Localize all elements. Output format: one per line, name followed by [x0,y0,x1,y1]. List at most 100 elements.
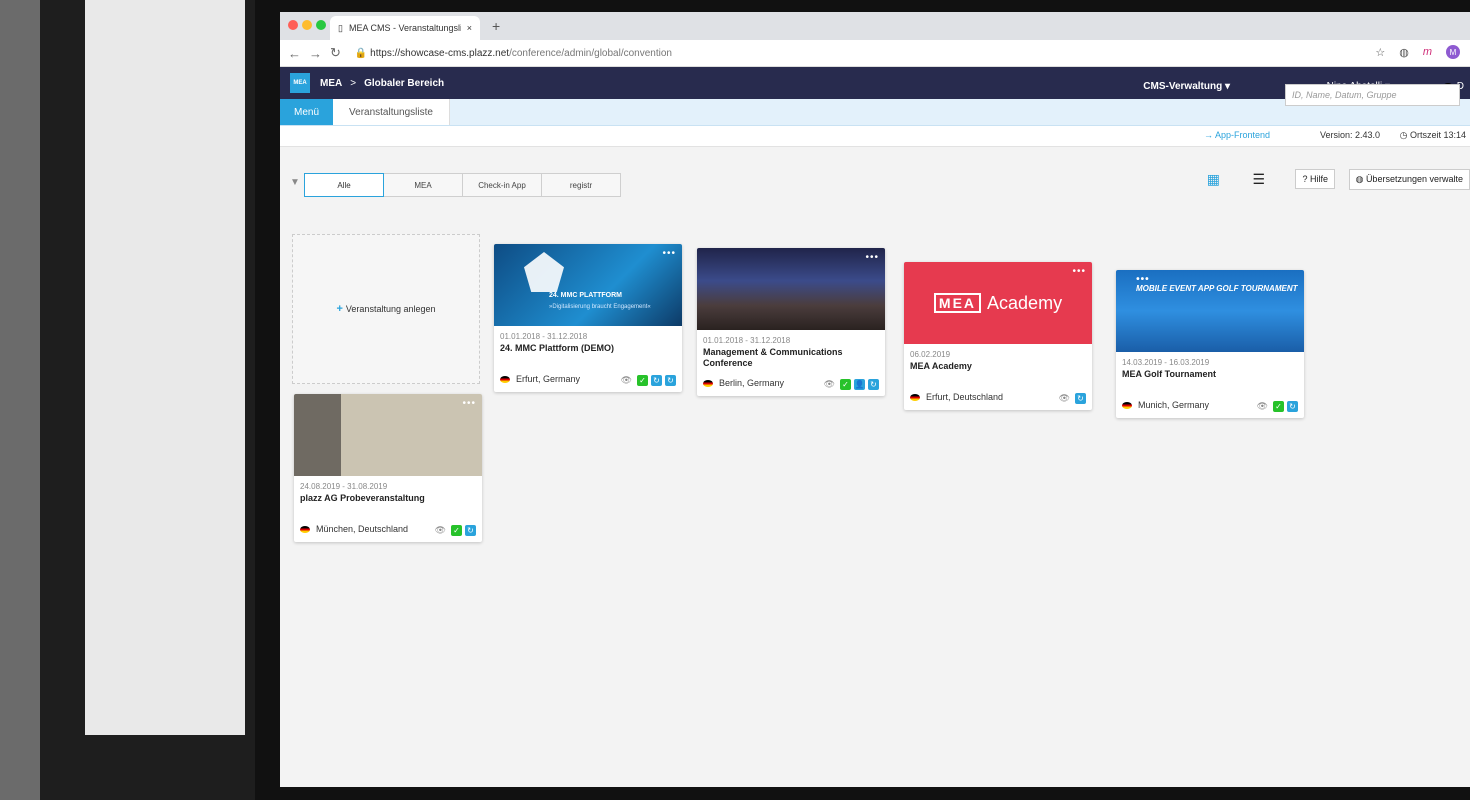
reload-icon[interactable]: ↻ [330,45,341,61]
event-image: ••• [294,394,482,476]
browser-tab[interactable]: ▯ MEA CMS - Veranstaltungsliste × [330,16,480,40]
more-options-icon[interactable]: ••• [462,398,476,409]
german-flag-icon [300,525,310,533]
info-bar: → App-Frontend Version: 2.43.0 ◷ Ortszei… [280,126,1470,147]
more-options-icon[interactable]: ••• [1136,274,1298,285]
eye-icon[interactable]: 👁 [621,375,632,386]
extension-m-icon[interactable]: m [1423,46,1432,58]
event-card[interactable]: MOBILE EVENT APP GOLF TOURNAMENT ••• 14.0… [1116,270,1304,418]
sync-badge-icon: ↻ [651,375,662,386]
clock-icon: ◷ [1399,130,1408,140]
translations-label: Übersetzungen verwalte [1365,174,1463,184]
maximize-window-button[interactable] [316,20,326,30]
browser-tabbar: ▯ MEA CMS - Veranstaltungsliste × + [280,12,1470,40]
event-dates: 01.01.2018 - 31.12.2018 [500,332,588,341]
location-label: Erfurt, Deutschland [926,392,1004,402]
german-flag-icon [500,375,510,383]
mmc-logo-icon [524,252,564,292]
event-card[interactable]: MEA Academy ••• 06.02.2019 MEA Academy Er… [904,262,1092,410]
eye-icon[interactable]: 👁 [1059,393,1070,404]
forward-icon[interactable]: → [309,46,322,61]
filter-icon: ▼ [290,177,300,188]
local-time-label: Ortszeit 13:14 [1409,130,1466,140]
screen: ▯ MEA CMS - Veranstaltungsliste × + ← → … [280,12,1470,787]
new-tab-button[interactable]: + [492,18,500,34]
event-name: MEA Academy [910,361,972,371]
local-time: ◷ Ortszeit 13:14 [1400,130,1466,141]
image-title: 24. MMC PLATTFORM [549,292,622,299]
german-flag-icon [910,393,920,401]
extension-icon[interactable]: ◍ [1399,46,1409,59]
more-options-icon[interactable]: ••• [865,252,879,263]
event-image: 24. MMC PLATTFORM »Digitalisierung brauc… [494,244,682,326]
filter-tabs: Alle MEA Check-in App registr [304,173,621,197]
breadcrumb-event-list[interactable]: Veranstaltungsliste [333,99,450,125]
german-flag-icon [1122,401,1132,409]
eye-icon[interactable]: 👁 [435,525,446,536]
filter-tab-mea[interactable]: MEA [383,173,463,197]
url-host: https://showcase-cms.plazz.net [370,47,510,59]
event-name: 24. MMC Plattform (DEMO) [500,343,615,353]
sync-badge-icon: ↻ [665,375,676,386]
event-image: MEA Academy ••• [904,262,1092,344]
version-label: Version: 2.43.0 [1319,130,1380,140]
globe-icon: ◍ [1355,174,1364,184]
bookmark-star-icon[interactable]: ☆ [1375,46,1385,59]
eye-icon[interactable]: 👁 [1257,401,1268,412]
event-card[interactable]: ••• 01.01.2018 - 31.12.2018 Management &… [697,248,885,396]
search-input[interactable]: ID, Name, Datum, Gruppe [1285,84,1460,106]
more-options-icon[interactable]: ••• [662,248,676,259]
header-crumb-global[interactable]: Globaler Bereich [364,78,444,89]
lock-icon: 🔒 [354,47,368,59]
check-badge-icon: ✓ [840,379,851,390]
tab-close-icon[interactable]: × [467,23,472,33]
menu-button[interactable]: Menü [280,99,334,125]
user-badge-icon: 👤 [854,379,865,390]
tab-title: MEA CMS - Veranstaltungsliste [348,23,461,33]
profile-avatar[interactable]: M [1446,45,1460,59]
filter-tab-registr[interactable]: registr [541,173,621,197]
back-icon[interactable]: ← [288,46,301,61]
filter-tab-all[interactable]: Alle [304,173,384,197]
eye-icon[interactable]: 👁 [824,379,835,390]
url-field[interactable]: 🔒 https://showcase-cms.plazz.net/confere… [355,48,672,59]
event-dates: 14.03.2019 - 16.03.2019 [1122,358,1210,367]
toolbar: ▼ Alle MEA Check-in App registr ▦ ☰ ? Hi… [280,147,1470,207]
window-glass [85,0,245,735]
check-badge-icon: ✓ [637,375,648,386]
minimize-window-button[interactable] [302,20,312,30]
help-button[interactable]: ? Hilfe [1295,169,1335,189]
mea-logo[interactable]: MEA [290,73,310,93]
event-location: München, Deutschland [300,524,408,534]
event-name: MEA Golf Tournament [1122,369,1216,379]
header-crumb-mea[interactable]: MEA [320,78,342,89]
location-label: Erfurt, Germany [516,374,581,384]
sync-badge-icon: ↻ [465,525,476,536]
filter-tab-checkin[interactable]: Check-in App [462,173,542,197]
close-window-button[interactable] [288,20,298,30]
check-badge-icon: ✓ [1273,401,1284,412]
event-card[interactable]: ••• 24.08.2019 - 31.08.2019 plazz AG Pro… [294,394,482,542]
background-wall [0,0,40,800]
app-frontend-link[interactable]: → App-Frontend [1204,130,1270,140]
location-label: Berlin, Germany [719,378,785,388]
list-view-icon[interactable]: ☰ [1252,171,1265,188]
translations-button[interactable]: ◍ Übersetzungen verwalte [1348,169,1470,190]
grid-view-icon[interactable]: ▦ [1207,171,1220,188]
more-options-icon[interactable]: ••• [1072,266,1086,277]
location-label: Munich, Germany [1138,400,1210,410]
event-location: Munich, Germany [1122,400,1209,410]
event-card[interactable]: 24. MMC PLATTFORM »Digitalisierung brauc… [494,244,682,392]
sync-badge-icon: ↻ [1287,401,1298,412]
address-bar: ← → ↻ 🔒 https://showcase-cms.plazz.net/c… [280,40,1470,67]
event-dates: 24.08.2019 - 31.08.2019 [300,482,388,491]
help-label: Hilfe [1309,174,1328,184]
sync-badge-icon: ↻ [868,379,879,390]
german-flag-icon [703,379,713,387]
image-title: MOBILE EVENT APP GOLF TOURNAMENT [1136,284,1298,293]
event-location: Erfurt, Germany [500,374,580,384]
cms-admin-dropdown[interactable]: CMS-Verwaltung ▾ [1143,73,1230,99]
chevron-right-icon: > [350,77,357,89]
image-title: Academy [987,292,1063,313]
add-event-card[interactable]: + Veranstaltung anlegen [292,234,480,384]
